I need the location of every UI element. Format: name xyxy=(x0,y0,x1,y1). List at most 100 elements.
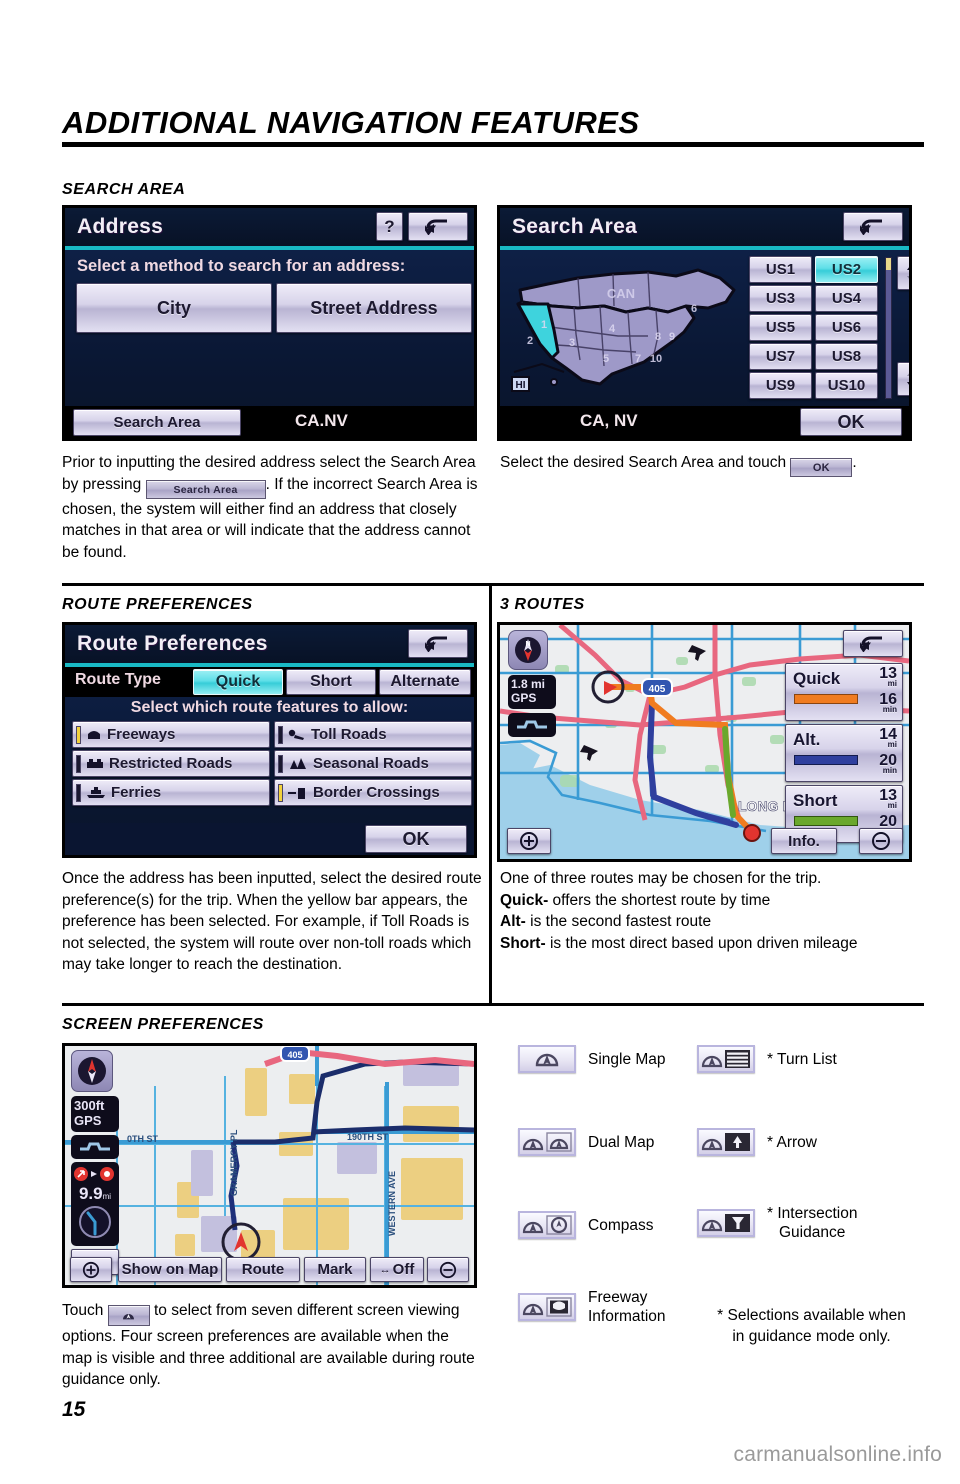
address-screen-header: Address ? xyxy=(65,208,474,246)
section-heading-route-preferences: ROUTE PREFERENCES xyxy=(62,596,253,613)
feature-ferries[interactable]: Ferries xyxy=(72,779,270,806)
region-button-us9[interactable]: US9 xyxy=(749,372,812,399)
ok-button[interactable]: OK xyxy=(365,825,467,853)
ok-button[interactable]: OK xyxy=(800,408,902,436)
help-button[interactable]: ? xyxy=(376,212,403,241)
compass-view-icon[interactable] xyxy=(518,1211,576,1239)
region-button-us7[interactable]: US7 xyxy=(749,343,812,370)
eta-value: 9.9 xyxy=(78,1184,103,1203)
pref-option-freeway-information[interactable]: Freeway Information xyxy=(518,1288,666,1326)
pref-option-compass[interactable]: Compass xyxy=(518,1211,653,1239)
footnote-line1: * Selections available when xyxy=(717,1307,906,1324)
route-preferences-header: Route Preferences xyxy=(65,625,474,663)
off-label: Off xyxy=(392,1261,415,1278)
gps-status: GPS xyxy=(511,691,537,705)
pref-label: Freeway Information xyxy=(588,1288,666,1326)
toll-icon xyxy=(288,729,304,740)
intersection-guidance-icon[interactable] xyxy=(697,1209,755,1237)
freeway-info-icon[interactable] xyxy=(518,1293,576,1321)
feature-freeways[interactable]: Freeways xyxy=(72,721,270,748)
feature-seasonal-roads[interactable]: Seasonal Roads xyxy=(274,750,472,777)
route-features-prompt: Select which route features to allow: xyxy=(130,699,409,716)
arrow-icon[interactable] xyxy=(697,1128,755,1156)
zoom-in-button[interactable] xyxy=(70,1257,112,1282)
feature-restricted-roads[interactable]: Restricted Roads xyxy=(72,750,270,777)
compass-button[interactable]: N xyxy=(508,630,548,670)
back-arrow-icon xyxy=(425,636,447,652)
scroll-down-icon xyxy=(907,373,909,385)
off-button[interactable]: ↔ Off xyxy=(370,1257,424,1282)
back-button[interactable] xyxy=(843,212,903,241)
route-option-quick[interactable]: Quick 13 mi 16 min xyxy=(785,663,903,721)
footnote-line2: in guidance mode only. xyxy=(732,1328,891,1345)
region-scrollbar[interactable] xyxy=(885,257,892,399)
scroll-up-button[interactable] xyxy=(897,256,909,290)
pref-option-turn-list[interactable]: * Turn List xyxy=(697,1045,837,1073)
inline-ok-chip[interactable]: OK xyxy=(790,458,853,477)
clock-icon xyxy=(79,1206,111,1238)
map-view-icon xyxy=(123,1314,135,1320)
region-button-us6[interactable]: US6 xyxy=(815,314,878,341)
three-routes-caption: One of three routes may be chosen for th… xyxy=(500,868,920,954)
pref-option-single-map[interactable]: Single Map xyxy=(518,1045,666,1073)
feature-border-crossings[interactable]: Border Crossings xyxy=(274,779,472,806)
info-button[interactable]: Info. xyxy=(771,828,837,854)
region-button-us3[interactable]: US3 xyxy=(749,285,812,312)
guidance-footnote: * Selections available when in guidance … xyxy=(704,1305,919,1347)
route-option-alt[interactable]: Alt. 14 mi 20 min xyxy=(785,724,903,782)
region-button-us5[interactable]: US5 xyxy=(749,314,812,341)
region-button-us1[interactable]: US1 xyxy=(749,256,812,283)
scale-gps-indicator: 1.8 mi GPS xyxy=(508,675,556,709)
route-name: Short xyxy=(793,791,838,810)
region-button-us10[interactable]: US10 xyxy=(815,372,878,399)
highway-shield: 405 xyxy=(641,678,673,697)
zoom-in-button[interactable] xyxy=(507,828,551,854)
zoom-out-button[interactable] xyxy=(859,828,903,854)
intersection-guidance-glyph xyxy=(701,1214,750,1232)
route-type-quick[interactable]: Quick xyxy=(193,669,283,695)
back-button[interactable] xyxy=(843,630,903,657)
route-button[interactable]: Route xyxy=(226,1257,300,1282)
route-distance: 13 mi xyxy=(879,787,897,810)
zoom-out-button[interactable] xyxy=(427,1257,469,1282)
search-area-left-caption: Prior to inputting the desired address s… xyxy=(62,452,480,563)
feature-toll-roads[interactable]: Toll Roads xyxy=(274,721,472,748)
region-button-us8[interactable]: US8 xyxy=(815,343,878,370)
inline-search-area-chip[interactable]: Search Area xyxy=(145,479,266,499)
pref-option-dual-map[interactable]: Dual Map xyxy=(518,1128,654,1156)
selected-area-value: CA, NV xyxy=(580,411,638,430)
route-preferences-screen: Route Preferences Route Type Quick Short… xyxy=(62,622,477,858)
svg-text:2: 2 xyxy=(527,335,533,347)
region-button-us2[interactable]: US2 xyxy=(815,256,878,283)
search-area-button[interactable]: Search Area xyxy=(73,409,241,436)
region-button-us4[interactable]: US4 xyxy=(815,285,878,312)
selected-bar xyxy=(278,754,283,773)
map-scale: 1.8 mi xyxy=(511,677,546,691)
highway-shield: 405 xyxy=(280,1046,310,1062)
svg-text:10: 10 xyxy=(650,353,662,365)
caption-line-text: offers the shortest route by time xyxy=(548,891,771,909)
scrollbar-thumb[interactable] xyxy=(886,258,891,270)
inline-screen-pref-chip[interactable] xyxy=(107,1305,150,1326)
route-type-alternate[interactable]: Alternate xyxy=(379,669,471,695)
back-button[interactable] xyxy=(408,212,468,241)
compass-button[interactable] xyxy=(71,1050,113,1092)
pref-option-arrow[interactable]: * Arrow xyxy=(697,1128,817,1156)
city-button[interactable]: City xyxy=(76,283,272,333)
dual-map-icon[interactable] xyxy=(518,1128,576,1156)
single-map-icon[interactable] xyxy=(518,1045,576,1073)
route-type-short[interactable]: Short xyxy=(286,669,376,695)
street-address-button[interactable]: Street Address xyxy=(276,283,472,333)
north-america-map[interactable]: HI 1 2 3 4 5 6 7 8 9 10 CAN xyxy=(508,256,743,401)
address-screen: Address ? Select a method to search for … xyxy=(62,205,477,441)
map-canvas[interactable]: 405 0TH ST 190TH ST GRAMERCY PL WESTERN … xyxy=(65,1046,474,1285)
show-on-map-button[interactable]: Show on Map xyxy=(118,1257,222,1282)
pref-option-intersection-guidance[interactable]: * Intersection Guidance xyxy=(697,1204,857,1242)
route-preferences-body: Route Type Quick Short Alternate Select … xyxy=(65,667,474,855)
route-distance: 13 mi xyxy=(879,665,897,688)
turn-list-icon[interactable] xyxy=(697,1045,755,1073)
back-button[interactable] xyxy=(408,629,468,658)
caption-part-a: Touch xyxy=(62,1302,108,1319)
scroll-down-button[interactable] xyxy=(897,362,909,396)
mark-button[interactable]: Mark xyxy=(304,1257,366,1282)
